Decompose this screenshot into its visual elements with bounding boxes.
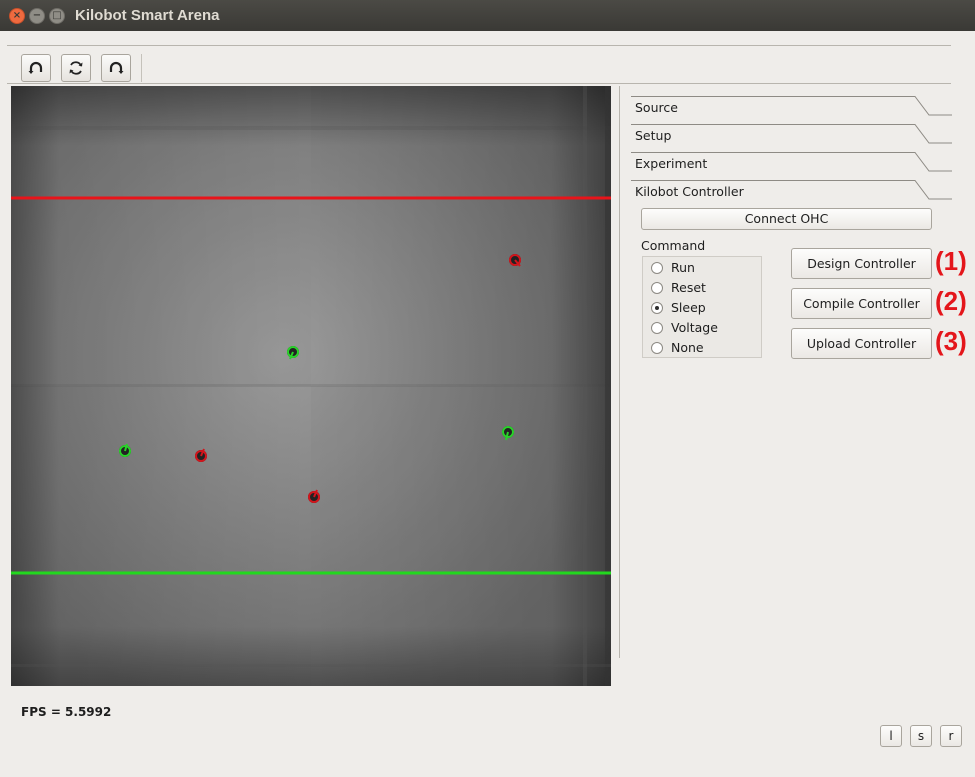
refresh-icon bbox=[69, 61, 83, 75]
divider bbox=[7, 45, 951, 46]
minimize-window-button[interactable]: − bbox=[29, 8, 45, 24]
radio-button-checked[interactable] bbox=[651, 302, 663, 314]
menu-bar bbox=[0, 31, 975, 45]
rotate-ccw-icon bbox=[28, 61, 43, 74]
window-title: Kilobot Smart Arena bbox=[75, 7, 220, 24]
radio-label: Voltage bbox=[671, 320, 718, 335]
arena-image bbox=[11, 86, 611, 686]
step-number-1: (1) bbox=[935, 246, 967, 276]
design-controller-button[interactable]: Design Controller bbox=[791, 248, 932, 279]
command-group-title: Command bbox=[641, 238, 706, 253]
radio-label: Run bbox=[671, 260, 695, 275]
radio-button[interactable] bbox=[651, 282, 663, 294]
radio-button[interactable] bbox=[651, 262, 663, 274]
compile-controller-button[interactable]: Compile Controller bbox=[791, 288, 932, 319]
maximize-window-button[interactable]: □ bbox=[49, 8, 65, 24]
divider bbox=[7, 83, 951, 84]
l-button[interactable]: l bbox=[880, 725, 902, 747]
s-button[interactable]: s bbox=[910, 725, 932, 747]
upload-controller-button[interactable]: Upload Controller bbox=[791, 328, 932, 359]
tab-source[interactable]: Source bbox=[635, 100, 678, 115]
panel-splitter[interactable] bbox=[619, 86, 620, 658]
rotate-cw-icon bbox=[109, 61, 124, 74]
title-bar: × − □ Kilobot Smart Arena bbox=[0, 0, 975, 31]
radio-button[interactable] bbox=[651, 322, 663, 334]
radio-label: None bbox=[671, 340, 704, 355]
radio-label: Sleep bbox=[671, 300, 706, 315]
step-number-3: (3) bbox=[935, 326, 967, 356]
tab-experiment[interactable]: Experiment bbox=[635, 156, 707, 171]
kilobot-red bbox=[509, 254, 521, 267]
radio-button[interactable] bbox=[651, 342, 663, 354]
step-number-2: (2) bbox=[935, 286, 967, 316]
rotate-cw-button[interactable] bbox=[101, 54, 131, 82]
r-button[interactable]: r bbox=[940, 725, 962, 747]
camera-view[interactable] bbox=[11, 86, 611, 686]
fps-readout: FPS = 5.5992 bbox=[21, 705, 112, 719]
tab-setup[interactable]: Setup bbox=[635, 128, 671, 143]
rotate-ccw-button[interactable] bbox=[21, 54, 51, 82]
refresh-button[interactable] bbox=[61, 54, 91, 82]
connect-ohc-button[interactable]: Connect OHC bbox=[641, 208, 932, 230]
radio-label: Reset bbox=[671, 280, 706, 295]
close-window-button[interactable]: × bbox=[9, 8, 25, 24]
tab-kilobot-controller[interactable]: Kilobot Controller bbox=[635, 184, 744, 199]
toolbar-separator bbox=[141, 54, 142, 82]
